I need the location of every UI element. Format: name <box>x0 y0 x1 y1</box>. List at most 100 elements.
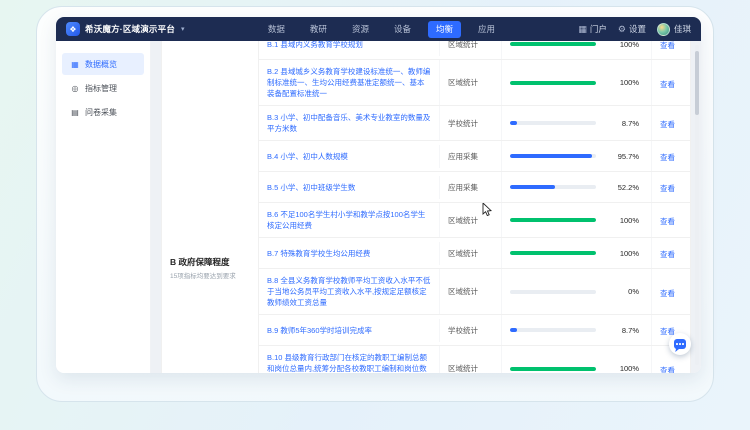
app-body: ▦ 数据概览 ◎ 指标管理 ▤ 问卷采集 <box>56 41 701 373</box>
stat-type-label: 学校统计 <box>440 315 502 345</box>
chat-support-button[interactable] <box>669 333 691 355</box>
scrollbar[interactable] <box>695 45 699 365</box>
indicator-link[interactable]: B.8 全县义务教育学校教师平均工资收入水平不低于当地公务员平均工资收入水平,按… <box>267 275 431 308</box>
progress-percent: 100% <box>596 364 643 373</box>
sidebar-item-icon: ◎ <box>70 84 80 93</box>
progress-percent: 100% <box>596 41 643 49</box>
stat-type-label: 区域统计 <box>440 346 502 373</box>
sidebar-item-icon: ▦ <box>70 60 80 69</box>
progress-cell: 95.7% <box>502 141 652 171</box>
progress-bar <box>510 367 596 371</box>
indicator-name-cell: B.6 不足100名学生村小学和教学点按100名学生核定公用经费 <box>259 203 440 237</box>
view-link[interactable]: 查看 <box>660 41 675 50</box>
progress-fill <box>510 251 596 255</box>
sidebar-item[interactable]: ▤ 问卷采集 <box>62 101 144 123</box>
indicator-link[interactable]: B.7 特殊教育学校生均公用经费 <box>267 248 431 259</box>
view-link[interactable]: 查看 <box>660 289 675 298</box>
progress-cell: 100% <box>502 60 652 105</box>
indicator-name-cell: B.1 县域内义务教育学校规划 <box>259 41 440 56</box>
progress-fill <box>510 121 517 125</box>
portal-button[interactable]: ▦ 门户 <box>578 23 607 35</box>
nav-item[interactable]: 资源 <box>344 21 377 38</box>
progress-percent: 95.7% <box>596 152 643 161</box>
progress-fill <box>510 154 592 158</box>
scrollbar-thumb[interactable] <box>695 51 699 115</box>
portal-grid-icon: ▦ <box>578 24 587 35</box>
progress-percent: 100% <box>596 216 643 225</box>
sidebar-item[interactable]: ▦ 数据概览 <box>62 53 144 75</box>
progress-bar <box>510 290 596 294</box>
progress-bar <box>510 328 596 332</box>
nav-item[interactable]: 应用 <box>470 21 503 38</box>
table-row: B.9 教师5年360学时培训完成率 学校统计 8.7% 查看 <box>259 315 690 346</box>
indicator-name-cell: B.9 教师5年360学时培训完成率 <box>259 319 440 342</box>
progress-bar <box>510 218 596 222</box>
table-row: B.5 小学、初中班级学生数 应用采集 52.2% 查看 <box>259 172 690 203</box>
progress-fill <box>510 367 596 371</box>
progress-percent: 52.2% <box>596 183 643 192</box>
view-link[interactable]: 查看 <box>660 153 675 162</box>
indicator-link[interactable]: B.6 不足100名学生村小学和教学点按100名学生核定公用经费 <box>267 209 431 231</box>
stat-type-label: 区域统计 <box>440 41 502 59</box>
table-row: B.8 全县义务教育学校教师平均工资收入水平不低于当地公务员平均工资收入水平,按… <box>259 269 690 315</box>
indicator-link[interactable]: B.9 教师5年360学时培训完成率 <box>267 325 431 336</box>
progress-fill <box>510 218 596 222</box>
progress-bar <box>510 81 596 85</box>
view-link[interactable]: 查看 <box>660 120 675 129</box>
stat-type-label: 应用采集 <box>440 141 502 171</box>
progress-cell: 8.7% <box>502 106 652 140</box>
indicator-name-cell: B.2 县域城乡义务教育学校建设标准统一、教师编制标准统一、生均公用经费基准定额… <box>259 60 440 105</box>
progress-percent: 0% <box>596 287 643 296</box>
view-link[interactable]: 查看 <box>660 184 675 193</box>
table-row: B.7 特殊教育学校生均公用经费 区域统计 100% 查看 <box>259 238 690 269</box>
progress-fill <box>510 81 596 85</box>
progress-fill <box>510 328 517 332</box>
view-link[interactable]: 查看 <box>660 250 675 259</box>
progress-percent: 8.7% <box>596 326 643 335</box>
indicator-link[interactable]: B.2 县域城乡义务教育学校建设标准统一、教师编制标准统一、生均公用经费基准定额… <box>267 66 431 99</box>
progress-percent: 8.7% <box>596 119 643 128</box>
nav-item[interactable]: 设备 <box>386 21 419 38</box>
progress-cell: 100% <box>502 203 652 237</box>
stat-type-label: 区域统计 <box>440 60 502 105</box>
portal-label: 门户 <box>590 23 607 35</box>
view-link[interactable]: 查看 <box>660 217 675 226</box>
stat-type-label: 应用采集 <box>440 172 502 202</box>
sidebar-item-label: 问卷采集 <box>85 107 117 118</box>
settings-button[interactable]: ⚙ 设置 <box>618 23 646 35</box>
device-frame: ❖ 希沃魔方·区域演示平台 ▾ 数据 教研 资源 设备 均衡 应用 <box>36 6 714 402</box>
progress-bar <box>510 185 596 189</box>
chat-bubble-icon <box>674 339 686 349</box>
view-cell: 查看 <box>652 172 690 202</box>
table-row: B.1 县域内义务教育学校规划 区域统计 100% 查看 <box>259 41 690 60</box>
indicator-link[interactable]: B.1 县域内义务教育学校规划 <box>267 41 431 50</box>
sidebar-item-icon: ▤ <box>70 108 80 117</box>
nav-item[interactable]: 数据 <box>260 21 293 38</box>
indicator-link[interactable]: B.4 小学、初中人数规模 <box>267 151 431 162</box>
indicator-name-cell: B.10 县级教育行政部门在核定的教职工编制总额和岗位总量内,统筹分配各校教职工… <box>259 346 440 373</box>
indicator-link[interactable]: B.5 小学、初中班级学生数 <box>267 182 431 193</box>
sidebar-item[interactable]: ◎ 指标管理 <box>62 77 144 99</box>
indicator-table: B 政府保障程度 15项指标均要达到要求 B.1 县域内义务教育学校规划 区域统… <box>161 41 691 373</box>
category-subtitle: 15项指标均要达到要求 <box>170 272 250 281</box>
user-name: 佳琪 <box>674 23 691 35</box>
progress-fill <box>510 42 596 46</box>
nav-item[interactable]: 教研 <box>302 21 335 38</box>
nav-item[interactable]: 均衡 <box>428 21 461 38</box>
app-title: 希沃魔方·区域演示平台 <box>85 23 175 35</box>
user-menu[interactable]: 佳琪 <box>657 23 691 36</box>
indicator-link[interactable]: B.3 小学、初中配备音乐、美术专业教室的数量及平方米数 <box>267 112 431 134</box>
sidebar-item-label: 数据概览 <box>85 59 117 70</box>
progress-percent: 100% <box>596 78 643 87</box>
topbar-actions: ▦ 门户 ⚙ 设置 佳琪 <box>578 23 691 36</box>
progress-cell: 52.2% <box>502 172 652 202</box>
table-row: B.3 小学、初中配备音乐、美术专业教室的数量及平方米数 学校统计 8.7% 查… <box>259 106 690 141</box>
view-link[interactable]: 查看 <box>660 80 675 89</box>
progress-bar <box>510 121 596 125</box>
view-link[interactable]: 查看 <box>660 366 675 374</box>
indicator-name-cell: B.5 小学、初中班级学生数 <box>259 176 440 199</box>
progress-cell: 100% <box>502 41 652 59</box>
table-row: B.10 县级教育行政部门在核定的教职工编制总额和岗位总量内,统筹分配各校教职工… <box>259 346 690 373</box>
indicator-link[interactable]: B.10 县级教育行政部门在核定的教职工编制总额和岗位总量内,统筹分配各校教职工… <box>267 352 431 373</box>
view-cell: 查看 <box>652 238 690 268</box>
